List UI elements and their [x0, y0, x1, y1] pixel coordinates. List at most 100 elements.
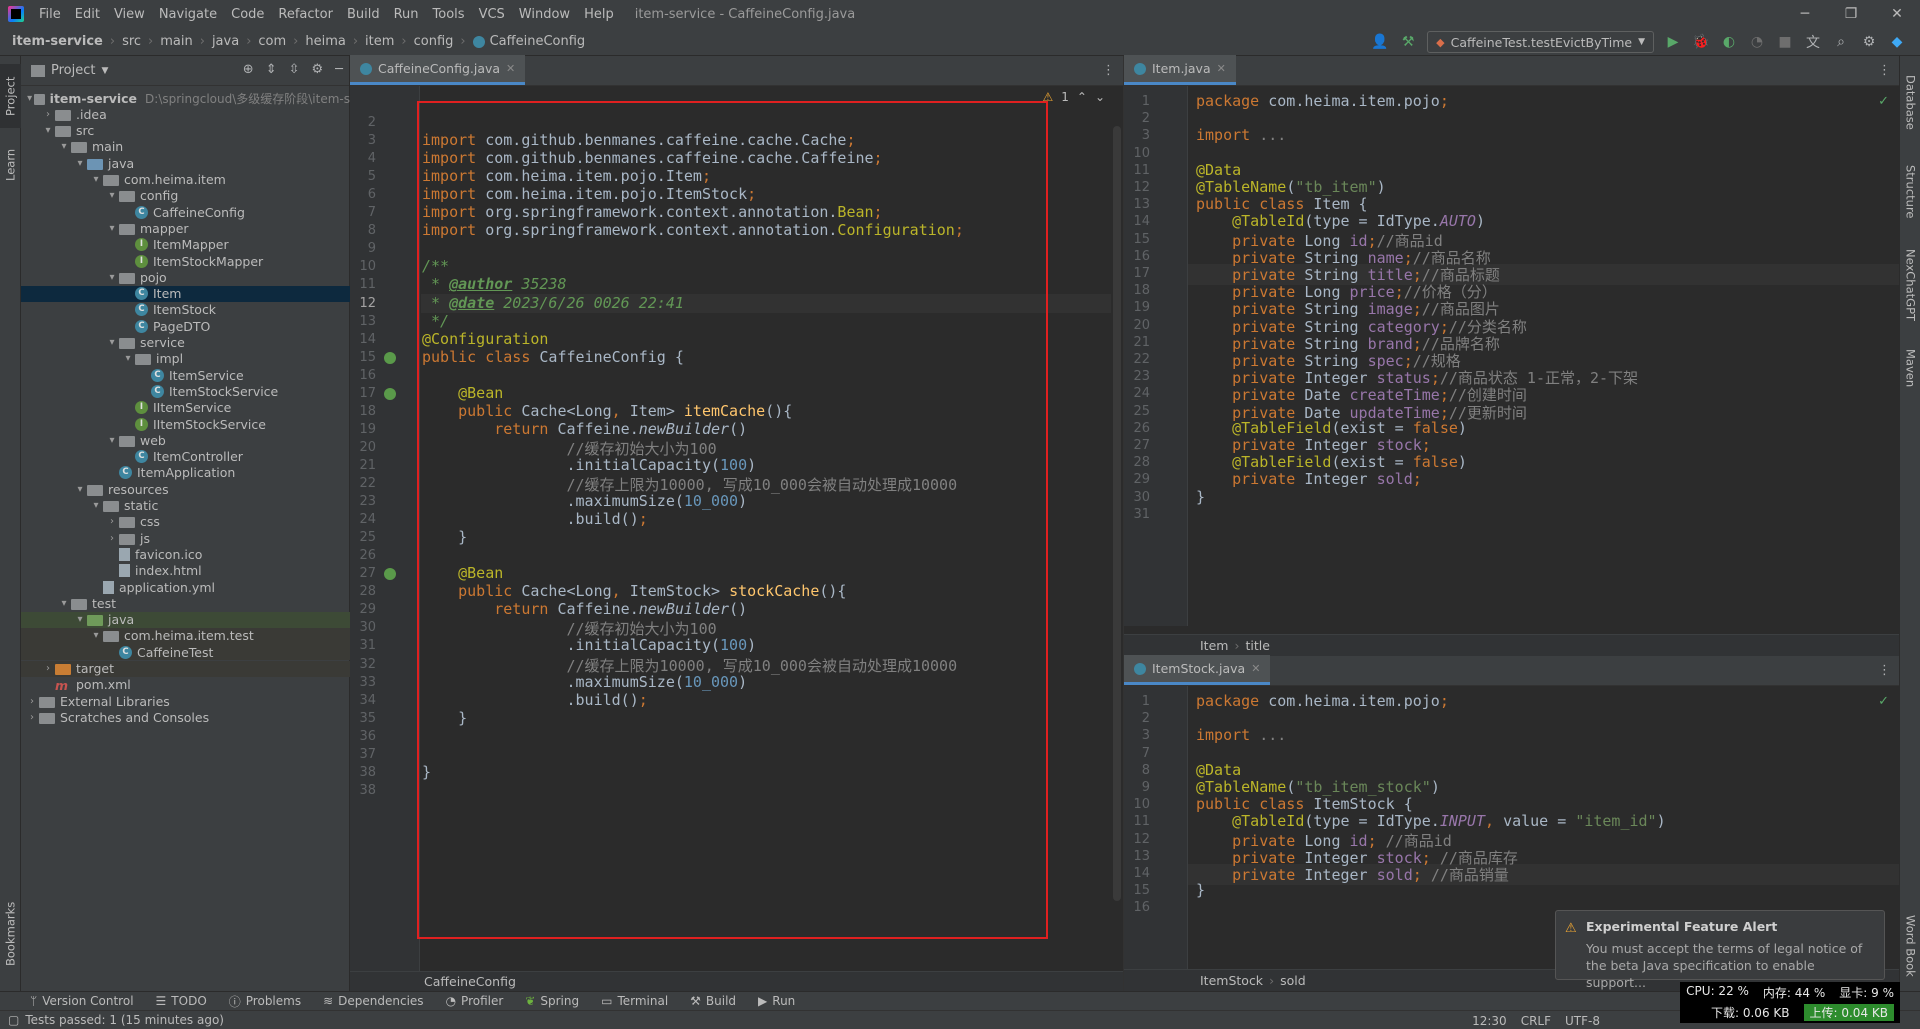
expand-arrow-icon[interactable]: ▾: [105, 272, 119, 283]
breadcrumb-item[interactable]: › main: [141, 34, 193, 49]
menu-code[interactable]: Code: [224, 7, 271, 22]
tree-item[interactable]: ▾ impl: [21, 351, 350, 367]
menu-file[interactable]: File: [32, 7, 68, 22]
tree-item[interactable]: I ItemMapper: [21, 237, 350, 253]
tree-item[interactable]: ▾ item-service D:\springcloud\多级缓存阶段\item-…: [21, 90, 350, 106]
status-message[interactable]: Tests passed: 1 (15 minutes ago): [25, 1013, 224, 1027]
profile-icon[interactable]: ◔: [1748, 33, 1766, 51]
tree-item[interactable]: m pom.xml: [21, 677, 350, 693]
chevron-up-icon[interactable]: ⌃: [1077, 90, 1087, 104]
expand-arrow-icon[interactable]: ›: [41, 663, 55, 674]
status-panel-icon[interactable]: ▢: [8, 1013, 19, 1027]
tree-item[interactable]: I ItemStockMapper: [21, 253, 350, 269]
expand-arrow-icon[interactable]: ▾: [25, 93, 34, 104]
tree-item[interactable]: ▾ src: [21, 123, 350, 139]
menu-window[interactable]: Window: [512, 7, 577, 22]
tree-item[interactable]: C ItemService: [21, 367, 350, 383]
tree-item[interactable]: › target: [21, 660, 350, 677]
expand-arrow-icon[interactable]: ▾: [57, 141, 71, 152]
tree-item[interactable]: C ItemApplication: [21, 465, 350, 481]
tree-item[interactable]: C CaffeineTest: [21, 644, 350, 661]
stop-icon[interactable]: ■: [1776, 33, 1794, 51]
debug-icon[interactable]: 🐞: [1692, 33, 1710, 51]
close-tab-icon[interactable]: ✕: [506, 62, 515, 75]
experimental-feature-notification[interactable]: ⚠ Experimental Feature Alert You must ac…: [1555, 910, 1885, 990]
breadcrumb-class[interactable]: CaffeineConfig: [424, 974, 516, 989]
tree-item[interactable]: ▾ config: [21, 188, 350, 204]
expand-all-icon[interactable]: ⇕: [266, 62, 277, 77]
hide-icon[interactable]: ─: [335, 62, 343, 77]
tool-build[interactable]: ⚒ Build: [690, 994, 736, 1008]
breadcrumb-item[interactable]: › heima: [286, 34, 346, 49]
menu-help[interactable]: Help: [577, 7, 621, 22]
run-icon[interactable]: ▶: [1664, 33, 1682, 51]
tree-item[interactable]: ▾ test: [21, 595, 350, 611]
vertical-scrollbar[interactable]: [1113, 126, 1121, 901]
menu-navigate[interactable]: Navigate: [152, 7, 224, 22]
tree-item[interactable]: › css: [21, 514, 350, 530]
tree-item[interactable]: index.html: [21, 563, 350, 579]
menu-edit[interactable]: Edit: [68, 7, 107, 22]
chevron-down-icon[interactable]: ▼: [101, 66, 108, 76]
tool-tab-learn[interactable]: Learn: [0, 138, 21, 192]
expand-arrow-icon[interactable]: ▾: [105, 223, 119, 234]
tree-item[interactable]: ▾ pojo: [21, 269, 350, 285]
coverage-icon[interactable]: ◐: [1720, 33, 1738, 51]
tool-run[interactable]: ▶ Run: [758, 994, 795, 1008]
tool-problems[interactable]: ⓘ Problems: [229, 993, 301, 1010]
tree-item[interactable]: › js: [21, 530, 350, 546]
tree-item[interactable]: C PageDTO: [21, 318, 350, 334]
inspection-widget[interactable]: ⚠ 1 ⌃ ⌄: [1042, 90, 1105, 104]
breadcrumb-field[interactable]: title: [1245, 638, 1269, 653]
expand-arrow-icon[interactable]: ▾: [73, 614, 87, 625]
project-panel-title[interactable]: Project: [51, 63, 95, 78]
tree-item[interactable]: ▾ java: [21, 155, 350, 171]
tree-item[interactable]: › Scratches and Consoles: [21, 709, 350, 725]
tree-item[interactable]: › External Libraries: [21, 693, 350, 709]
tree-item[interactable]: ▾ service: [21, 335, 350, 351]
expand-arrow-icon[interactable]: ›: [25, 712, 39, 723]
expand-arrow-icon[interactable]: ▾: [73, 484, 87, 495]
close-tab-icon[interactable]: ✕: [1217, 62, 1226, 75]
expand-arrow-icon[interactable]: ›: [105, 533, 119, 544]
breadcrumb-item[interactable]: › item: [346, 34, 395, 49]
tool-spring[interactable]: ❦ Spring: [525, 994, 579, 1008]
menu-tools[interactable]: Tools: [426, 7, 472, 22]
file-encoding[interactable]: UTF-8: [1565, 1014, 1600, 1028]
user-icon[interactable]: 👤: [1371, 33, 1389, 51]
breadcrumb-class[interactable]: Item: [1200, 638, 1228, 653]
menu-vcs[interactable]: VCS: [472, 7, 512, 22]
spring-bean-gutter-icon[interactable]: [384, 351, 396, 364]
tree-item[interactable]: C ItemStock: [21, 302, 350, 318]
expand-arrow-icon[interactable]: ▾: [105, 190, 119, 201]
close-tab-icon[interactable]: ✕: [1251, 662, 1260, 675]
locate-icon[interactable]: ⊕: [243, 62, 254, 77]
expand-arrow-icon[interactable]: ›: [105, 516, 119, 527]
tool-tab-bookmarks[interactable]: Bookmarks: [0, 894, 21, 974]
tree-item[interactable]: I IItemStockService: [21, 416, 350, 432]
settings-gear-icon[interactable]: ⚙: [1860, 33, 1878, 51]
breadcrumb-item[interactable]: item-service: [12, 34, 103, 49]
expand-arrow-icon[interactable]: ›: [41, 109, 55, 120]
tree-item[interactable]: application.yml: [21, 579, 350, 595]
expand-arrow-icon[interactable]: ›: [25, 696, 39, 707]
tool-tab-project[interactable]: Project: [0, 64, 21, 128]
translate-icon[interactable]: 文: [1804, 33, 1822, 51]
tool-tab-nexchatgpt[interactable]: NexChatGPT: [1900, 240, 1920, 330]
tab-menu-icon[interactable]: ⋮: [1878, 663, 1891, 678]
expand-arrow-icon[interactable]: ▾: [105, 435, 119, 446]
collapse-all-icon[interactable]: ⇳: [289, 62, 300, 77]
tab-caffeineconfig[interactable]: CaffeineConfig.java ✕: [350, 55, 526, 85]
breadcrumb-item[interactable]: › config: [394, 34, 453, 49]
breadcrumb-item[interactable]: › com: [239, 34, 286, 49]
gear-icon[interactable]: ⚙: [312, 62, 324, 77]
breadcrumb-item[interactable]: › CaffeineConfig: [453, 34, 585, 49]
breadcrumb-field[interactable]: sold: [1280, 973, 1306, 988]
tool-version-control[interactable]: ᛘ Version Control: [30, 994, 134, 1008]
menu-refactor[interactable]: Refactor: [271, 7, 340, 22]
menu-run[interactable]: Run: [387, 7, 426, 22]
tool-tab-word-book[interactable]: Word Book: [1900, 906, 1920, 986]
close-icon[interactable]: ✕: [1874, 0, 1920, 28]
spring-bean-gutter-icon[interactable]: [384, 568, 396, 581]
tree-item[interactable]: ▾ static: [21, 498, 350, 514]
